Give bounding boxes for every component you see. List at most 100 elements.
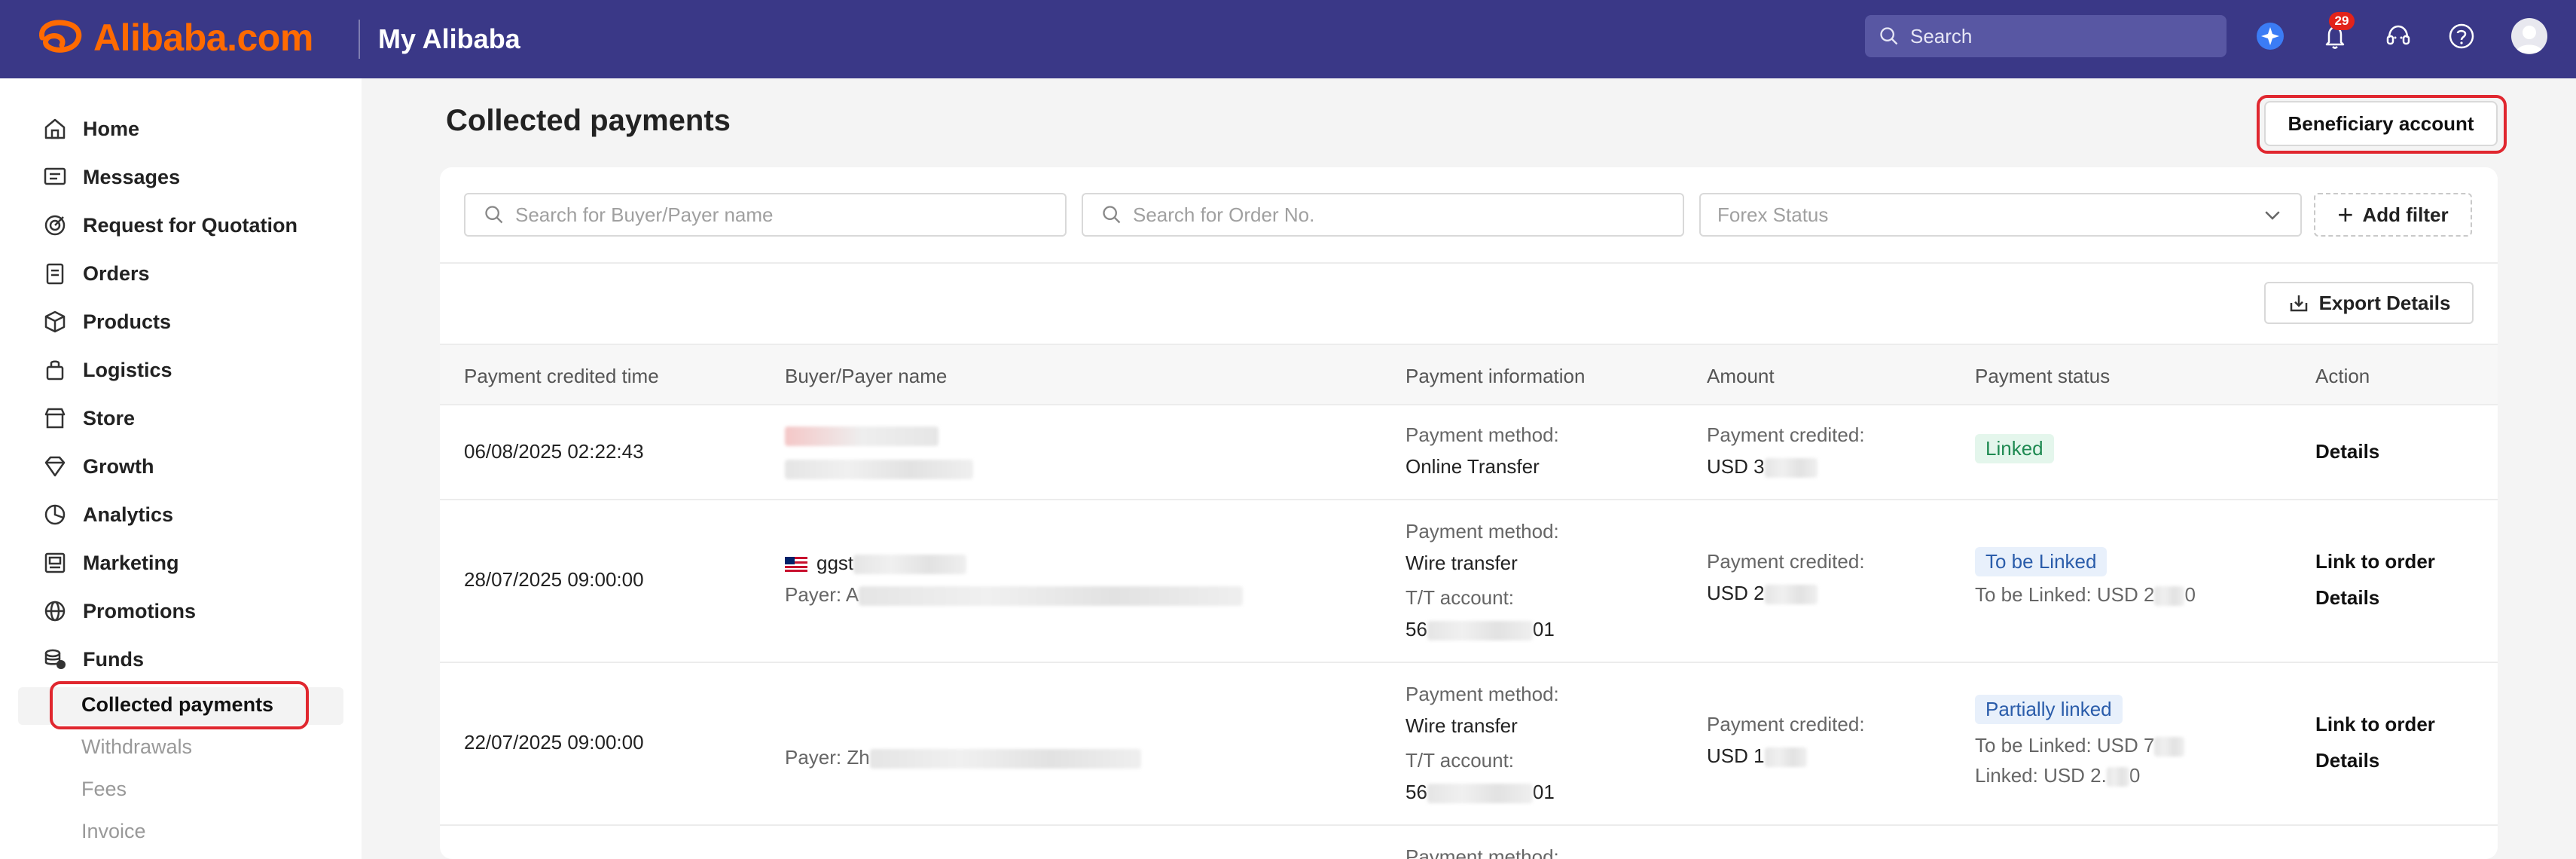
buyer-name-redacted	[785, 423, 939, 447]
sidebar-sub-item-withdrawals[interactable]: Withdrawals	[81, 735, 192, 759]
sidebar-item-label: Growth	[83, 454, 154, 478]
tt-account-label: T/T account:	[1406, 586, 1515, 609]
status-detail-text: To be Linked: USD 7	[1975, 734, 2155, 757]
export-details-button[interactable]: Export Details	[2264, 282, 2474, 324]
help-icon[interactable]	[2445, 20, 2478, 53]
ai-assistant-icon[interactable]	[2254, 20, 2287, 53]
amount-label: Payment credited:	[1707, 713, 1865, 735]
tt-account: 56 01	[1406, 781, 1555, 804]
sidebar-item-orders[interactable]: Orders	[42, 255, 150, 292]
alibaba-logo[interactable]: Alibaba.com	[35, 14, 313, 62]
payment-method-label: Payment method:	[1406, 423, 1559, 446]
status-detail-text: To be Linked: USD 2	[1975, 583, 2155, 606]
status-detail: To be Linked: USD 2 0	[1975, 583, 2196, 607]
sidebar-item-products[interactable]: Products	[42, 303, 171, 341]
status-badge: To be Linked	[1975, 547, 2107, 576]
payer-prefix: Payer: Zh	[785, 746, 870, 769]
payment-method-label: Payment method:	[1406, 520, 1559, 543]
sidebar-item-label: Logistics	[83, 358, 172, 381]
sidebar-sub-item-fees[interactable]: Fees	[81, 778, 127, 801]
app-title: My Alibaba	[378, 23, 520, 54]
payment-method: Wire transfer	[1406, 714, 1518, 737]
sidebar-item-logistics[interactable]: Logistics	[42, 351, 172, 389]
sidebar-item-funds[interactable]: Funds	[42, 640, 144, 678]
sidebar-item-label: Messages	[83, 165, 181, 188]
home-icon	[44, 118, 66, 139]
chevron-down-icon	[2265, 211, 2280, 220]
column-header: Payment credited time	[464, 365, 659, 387]
status-to-be-linked: To be Linked	[1975, 547, 2107, 576]
sidebar-item-label: Orders	[83, 261, 150, 285]
beneficiary-account-highlight	[2257, 95, 2507, 154]
link-to-order-link[interactable]: Link to order	[2315, 550, 2435, 573]
sidebar-item-store[interactable]: Store	[42, 399, 135, 437]
payment-time: 06/08/2025 02:22:43	[464, 440, 644, 463]
sidebar-item-home[interactable]: Home	[42, 110, 139, 148]
payer-name-redacted	[785, 457, 973, 480]
alibaba-logo-icon	[39, 20, 82, 53]
page-title: Collected payments	[446, 104, 731, 137]
status-partially-linked: Partially linked	[1975, 695, 2123, 724]
payments-card: Forex Status + Add filter Export Details…	[440, 167, 2498, 859]
amount-value: USD 2	[1707, 582, 1765, 604]
us-flag-icon	[785, 557, 807, 573]
order-search-field[interactable]	[1082, 193, 1684, 237]
funds-icon	[44, 649, 66, 669]
buyer-search-field[interactable]	[464, 193, 1067, 237]
payment-method: Online Transfer	[1406, 455, 1540, 478]
details-link[interactable]: Details	[2315, 749, 2379, 772]
status-badge: Partially linked	[1975, 695, 2123, 724]
export-icon	[2290, 295, 2307, 312]
promotions-icon	[44, 601, 66, 622]
forex-status-select[interactable]: Forex Status	[1699, 193, 2302, 237]
payment-method: Wire transfer	[1406, 552, 1518, 574]
user-avatar[interactable]	[2511, 18, 2547, 54]
top-navigation-bar: Alibaba.com My Alibaba 29	[0, 0, 2576, 78]
search-icon	[1880, 27, 1898, 45]
add-filter-label: Add filter	[2362, 203, 2449, 226]
column-header: Payment status	[1975, 365, 2111, 387]
sidebar-item-rfq[interactable]: Request for Quotation	[42, 206, 298, 244]
forex-status-placeholder: Forex Status	[1717, 203, 1829, 226]
payment-time: 22/07/2025 09:00:00	[464, 731, 644, 754]
sidebar-item-label: Products	[83, 310, 172, 333]
link-to-order-link[interactable]: Link to order	[2315, 713, 2435, 736]
sidebar-item-messages[interactable]: Messages	[42, 158, 180, 196]
tt-account-start: 56	[1406, 618, 1427, 640]
search-icon	[485, 206, 503, 224]
sidebar-item-label: Analytics	[83, 503, 174, 526]
buyer-name-text: ggst	[816, 552, 854, 574]
sidebar-item-analytics[interactable]: Analytics	[42, 496, 173, 533]
orders-icon	[46, 263, 64, 285]
payer-prefix: Payer: A	[785, 583, 859, 606]
amount: USD 2	[1707, 582, 1818, 605]
order-search-input[interactable]	[1133, 203, 1645, 227]
sidebar-item-label: Promotions	[83, 599, 197, 622]
notification-count-badge: 29	[2329, 12, 2355, 30]
payment-method-label: Payment method:	[1406, 683, 1559, 705]
export-details-label: Export Details	[2318, 291, 2451, 314]
plus-icon: +	[2337, 199, 2354, 230]
amount-value: USD 1	[1707, 744, 1765, 767]
global-search[interactable]	[1865, 15, 2227, 57]
collected-payments-highlight	[50, 681, 309, 729]
sidebar-item-marketing[interactable]: Marketing	[42, 544, 179, 582]
messages-icon	[44, 167, 66, 185]
customer-service-icon[interactable]	[2382, 20, 2415, 53]
brand-separator	[359, 20, 360, 59]
search-input[interactable]	[1910, 24, 2211, 48]
rfq-icon	[44, 215, 66, 236]
details-link[interactable]: Details	[2315, 586, 2379, 610]
status-linked: Linked	[1975, 434, 2054, 463]
table-header: Payment credited time Buyer/Payer name P…	[440, 344, 2498, 405]
payment-method-label: Payment method:	[1406, 845, 1559, 859]
add-filter-button[interactable]: + Add filter	[2314, 193, 2472, 237]
sidebar-item-promotions[interactable]: Promotions	[42, 592, 196, 630]
buyer-search-input[interactable]	[515, 203, 1027, 227]
details-link[interactable]: Details	[2315, 440, 2379, 463]
tt-account: 56 01	[1406, 618, 1555, 641]
status-detail: To be Linked: USD 7	[1975, 734, 2185, 757]
sidebar-item-growth[interactable]: Growth	[42, 448, 154, 485]
sidebar-sub-item-invoice[interactable]: Invoice	[81, 820, 146, 843]
analytics-icon	[44, 504, 66, 525]
